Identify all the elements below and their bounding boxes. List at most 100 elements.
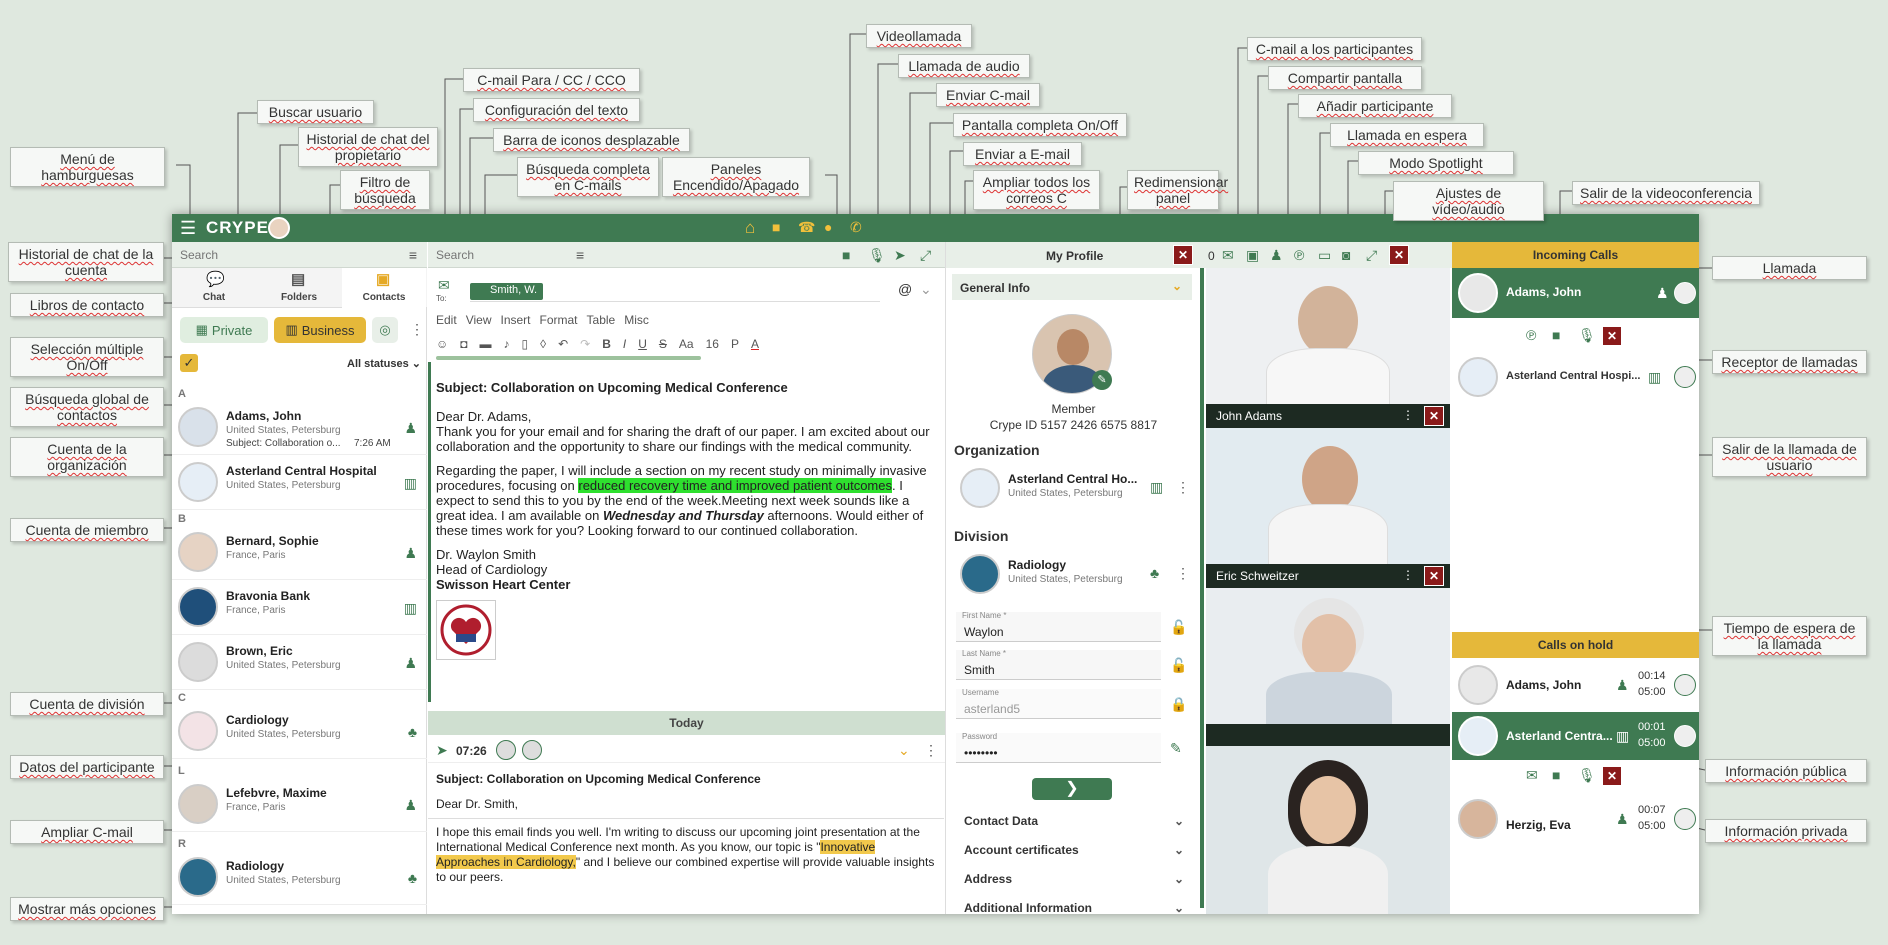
video-tile[interactable] [1206, 428, 1450, 564]
font-size-select[interactable]: 16 [706, 337, 719, 351]
user-icon[interactable]: ● [824, 220, 832, 234]
incoming-call-row[interactable]: Adams, John ♟ [1452, 268, 1699, 318]
audio-call-icon[interactable]: 🎙 [1578, 768, 1596, 782]
participant-avatar[interactable] [522, 740, 542, 760]
video-tile[interactable] [1206, 588, 1450, 724]
leave-conference-icon[interactable]: ✕ [1389, 245, 1409, 265]
cmail-search-input[interactable] [436, 245, 576, 265]
microphone-icon[interactable]: ♪ [504, 337, 510, 351]
business-contacts-button[interactable]: ▥ Business [274, 317, 366, 343]
more-options-icon[interactable]: ⋮ [1176, 566, 1190, 580]
held-call-row[interactable]: Asterland Centra... ▥ 00:01 05:00 [1452, 712, 1699, 760]
accordion-address[interactable]: Address ⌄ [964, 872, 1184, 886]
close-icon[interactable]: ✕ [1173, 245, 1193, 265]
at-sign-icon[interactable]: @ [898, 282, 912, 296]
envelope-icon[interactable]: ✉ [438, 278, 450, 292]
division-card[interactable]: Radiology United States, Petersburg ♣ ⋮ [954, 550, 1194, 600]
microphone-icon[interactable]: 🎙 [868, 248, 886, 262]
held-call-row[interactable]: Herzig, Eva ♟ 00:07 05:00 [1452, 794, 1699, 844]
document-icon[interactable]: ▯ [522, 337, 529, 351]
menu-table[interactable]: Table [587, 313, 616, 327]
video-call-icon[interactable]: ■ [1552, 768, 1560, 782]
strikethrough-icon[interactable]: S [659, 337, 667, 351]
eraser-icon[interactable]: ◊ [540, 337, 546, 351]
general-info-accordion[interactable]: General Info ⌄ [952, 274, 1192, 300]
email-editor[interactable]: Subject: Collaboration on Upcoming Medic… [436, 380, 941, 660]
bold-icon[interactable]: B [602, 337, 611, 351]
remove-participant-icon[interactable]: ✕ [1424, 406, 1444, 426]
emoji-icon[interactable]: ☺ [436, 337, 448, 351]
add-participant-icon[interactable]: ♟ [1270, 248, 1283, 262]
email-participants-icon[interactable]: ✉ [1222, 248, 1234, 262]
list-item[interactable]: Lefebvre, Maxime France, Paris ♟ [172, 777, 427, 832]
video-call-icon[interactable]: ■ [1552, 328, 1560, 342]
list-item[interactable]: Adams, John United States, Petersburg Su… [172, 400, 427, 455]
tab-contacts[interactable]: ▣ Contacts [342, 268, 426, 308]
search-filter-icon[interactable]: ≡ [576, 248, 584, 262]
send-icon[interactable]: ➤ [894, 248, 906, 262]
list-item[interactable]: Cardiology United States, Petersburg ♣ [172, 704, 427, 759]
save-profile-button[interactable]: ❯ [1032, 778, 1112, 800]
menu-edit[interactable]: Edit [436, 313, 457, 327]
organization-card[interactable]: Asterland Central Ho... United States, P… [954, 464, 1194, 514]
email-icon[interactable]: ✉ [1526, 768, 1538, 782]
text-color-icon[interactable]: A [751, 337, 759, 351]
status-filter[interactable]: All statuses ⌄ [347, 357, 421, 370]
hold-call-icon[interactable]: ℗ [1526, 328, 1536, 342]
menu-format[interactable]: Format [540, 313, 578, 327]
expand-cmail-icon[interactable]: ⌄ [898, 743, 910, 757]
home-icon[interactable]: ⌂ [745, 219, 755, 236]
font-case-icon[interactable]: Aa [679, 337, 694, 351]
resize-panel-handle[interactable] [1200, 268, 1204, 908]
phone-list-icon[interactable]: ☎ [798, 220, 815, 234]
redo-icon[interactable]: ↷ [580, 337, 590, 351]
call-hold-icon[interactable]: ✆ [850, 220, 862, 234]
unlock-icon[interactable]: 🔓 [1170, 658, 1187, 672]
tab-folders[interactable]: ▤ Folders [257, 268, 341, 308]
more-options-icon[interactable]: ⋮ [924, 743, 938, 757]
first-name-field[interactable]: First Name * Waylon [956, 611, 1161, 642]
more-options-icon[interactable]: ⋮ [1176, 480, 1190, 494]
resize-handle[interactable] [428, 362, 431, 702]
call-hold-icon[interactable]: ℗ [1294, 248, 1304, 262]
chevron-down-icon[interactable]: ⌄ [920, 282, 932, 296]
to-label[interactable]: To: [436, 294, 447, 303]
list-item[interactable]: Bernard, Sophie France, Paris ♟ [172, 525, 427, 580]
more-options-icon[interactable]: ⋮ [410, 322, 424, 336]
audio-call-icon[interactable]: 🎙 [1578, 328, 1596, 342]
call-receiver-row[interactable]: Asterland Central Hospi... ▥ [1452, 352, 1699, 402]
menu-insert[interactable]: Insert [500, 313, 530, 327]
thread-message[interactable]: Subject: Collaboration on Upcoming Medic… [428, 772, 944, 885]
list-item[interactable]: Brown, Eric United States, Petersburg ♟ [172, 635, 427, 690]
tab-chat[interactable]: 💬 Chat [172, 268, 256, 308]
av-settings-icon[interactable]: ◙ [1342, 248, 1350, 262]
global-search-button[interactable]: ◎ [372, 317, 398, 343]
accordion-account-certificates[interactable]: Account certificates ⌄ [964, 843, 1184, 857]
menu-misc[interactable]: Misc [624, 313, 649, 327]
video-clip-icon[interactable]: ▬ [480, 337, 492, 351]
fullscreen-icon[interactable]: ⤢ [920, 248, 931, 262]
remove-participant-icon[interactable]: ✕ [1424, 566, 1444, 586]
multi-select-checkbox[interactable]: ✓ [180, 354, 198, 372]
video-icon[interactable]: ■ [772, 220, 780, 234]
video-tile[interactable] [1206, 746, 1450, 914]
edit-password-icon[interactable]: ✎ [1170, 741, 1182, 755]
more-options-icon[interactable]: ⋮ [1402, 568, 1414, 582]
list-item[interactable]: Bravonia Bank France, Paris ▥ [172, 580, 427, 635]
paragraph-select[interactable]: P [731, 337, 739, 351]
undo-icon[interactable]: ↶ [558, 337, 568, 351]
camera-icon[interactable]: ◘ [460, 337, 467, 351]
accordion-contact-data[interactable]: Contact Data ⌄ [964, 814, 1184, 828]
decline-call-icon[interactable]: ✕ [1602, 326, 1622, 346]
list-item[interactable]: Radiology United States, Petersburg ♣ [172, 850, 427, 905]
recipient-field[interactable]: Smith, W. [470, 282, 880, 302]
held-call-row[interactable]: Adams, John ♟ 00:14 05:00 [1452, 660, 1699, 710]
edit-avatar-icon[interactable]: ✎ [1092, 370, 1112, 390]
end-call-icon[interactable]: ✕ [1602, 766, 1622, 786]
italic-icon[interactable]: I [623, 337, 626, 351]
video-call-icon[interactable]: ■ [842, 248, 850, 262]
search-filter-icon[interactable]: ≡ [409, 248, 417, 262]
accordion-additional-information[interactable]: Additional Information ⌄ [964, 901, 1184, 914]
contact-search-input[interactable] [180, 245, 380, 265]
recipient-chip[interactable]: Smith, W. [470, 283, 544, 300]
